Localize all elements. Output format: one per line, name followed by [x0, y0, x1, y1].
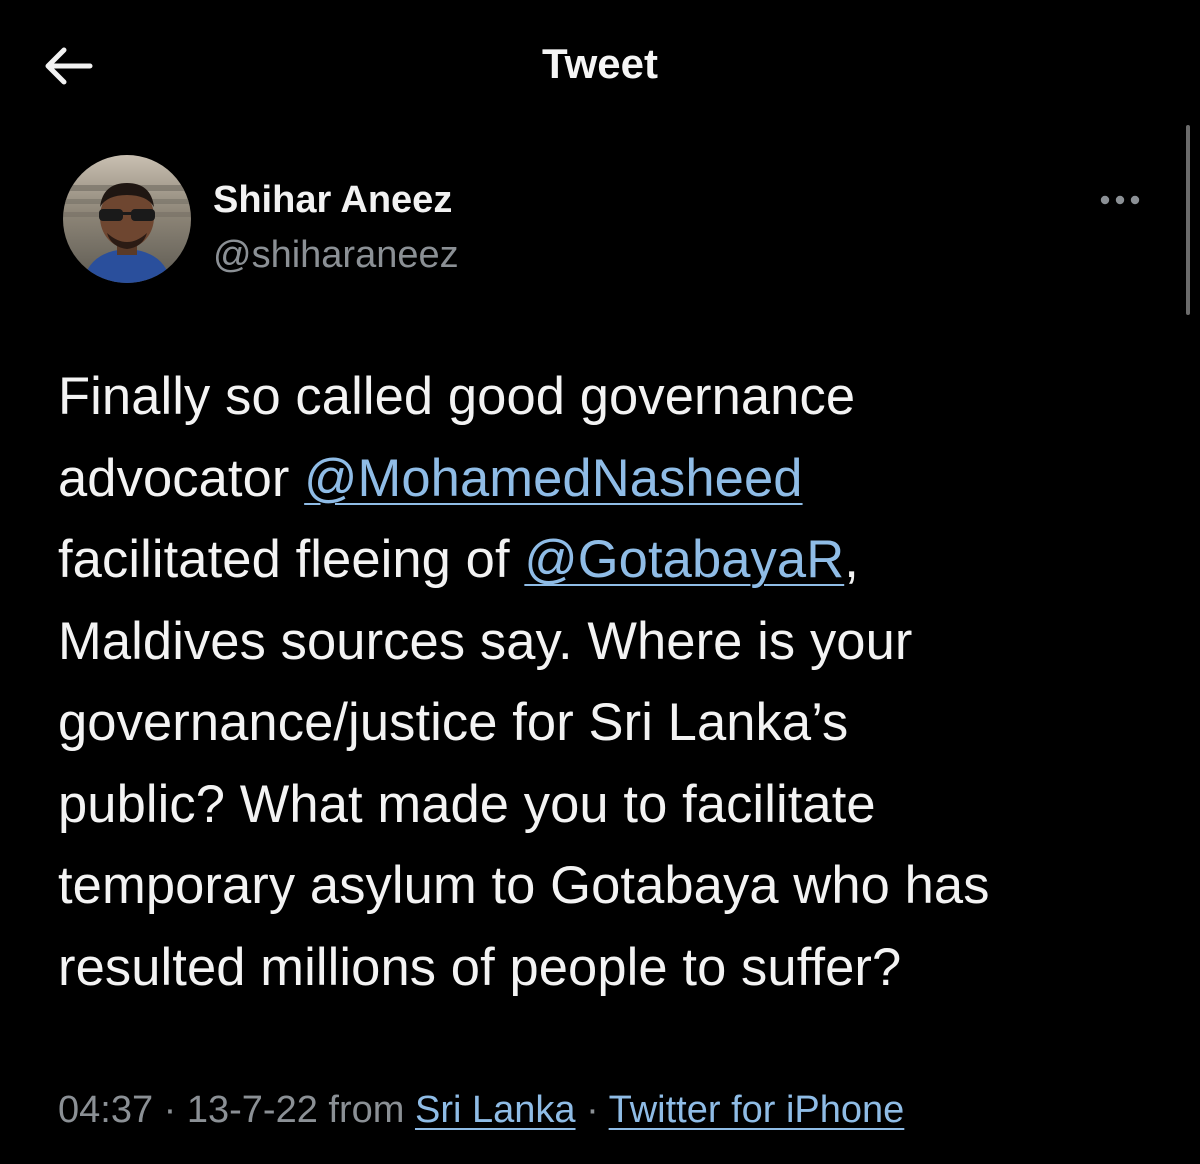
tweet-text-line: advocator @MohamedNasheed: [58, 438, 1168, 520]
author-handle[interactable]: @shiharaneez: [213, 232, 459, 278]
meta-separator: ·: [163, 1089, 177, 1131]
tweet-text-line: facilitated fleeing of @GotabayaR,: [58, 519, 1168, 601]
meta-separator: ·: [586, 1089, 599, 1131]
tweet-text-segment: advocator: [58, 448, 305, 508]
mention-link-gotabayar[interactable]: @GotabayaR: [524, 530, 844, 589]
tweet-text-segment: ,: [844, 530, 859, 589]
tweet-text-line: temporary asylum to Gotabaya who has: [58, 856, 990, 915]
from-label: from: [328, 1089, 405, 1131]
tweet-text-line: governance/justice for Sri Lanka’s: [58, 693, 849, 752]
tweet-text: Finally so called good governance advoca…: [58, 356, 1168, 1008]
tweet-date: 13-7-22: [186, 1089, 318, 1131]
avatar[interactable]: [63, 155, 191, 283]
tweet-text-line: Finally so called good governance: [58, 367, 856, 426]
tweet-text-line: public? What made you to facilitate: [58, 774, 876, 834]
avatar-photo: [63, 155, 191, 283]
tweet-text-segment: facilitated fleeing of: [58, 530, 525, 589]
more-horizontal-icon: [1100, 195, 1140, 205]
mention-link-mohamednasheed[interactable]: @MohamedNasheed: [304, 449, 802, 508]
top-bar: Tweet: [0, 0, 1200, 125]
tweet-text-line: resulted millions of people to suffer?: [58, 937, 902, 997]
tweet-meta: 04:37 · 13-7-22 from Sri Lanka · Twitter…: [58, 1086, 904, 1134]
author-name[interactable]: Shihar Aneez: [213, 177, 452, 223]
tweet-time: 04:37: [58, 1089, 154, 1131]
client-link[interactable]: Twitter for iPhone: [609, 1089, 905, 1131]
page-title: Tweet: [542, 40, 658, 87]
location-link[interactable]: Sri Lanka: [415, 1089, 576, 1131]
scrollbar[interactable]: [1186, 125, 1190, 315]
tweet-text-line: Maldives sources say. Where is your: [58, 611, 913, 671]
more-options-button[interactable]: [1096, 180, 1144, 220]
